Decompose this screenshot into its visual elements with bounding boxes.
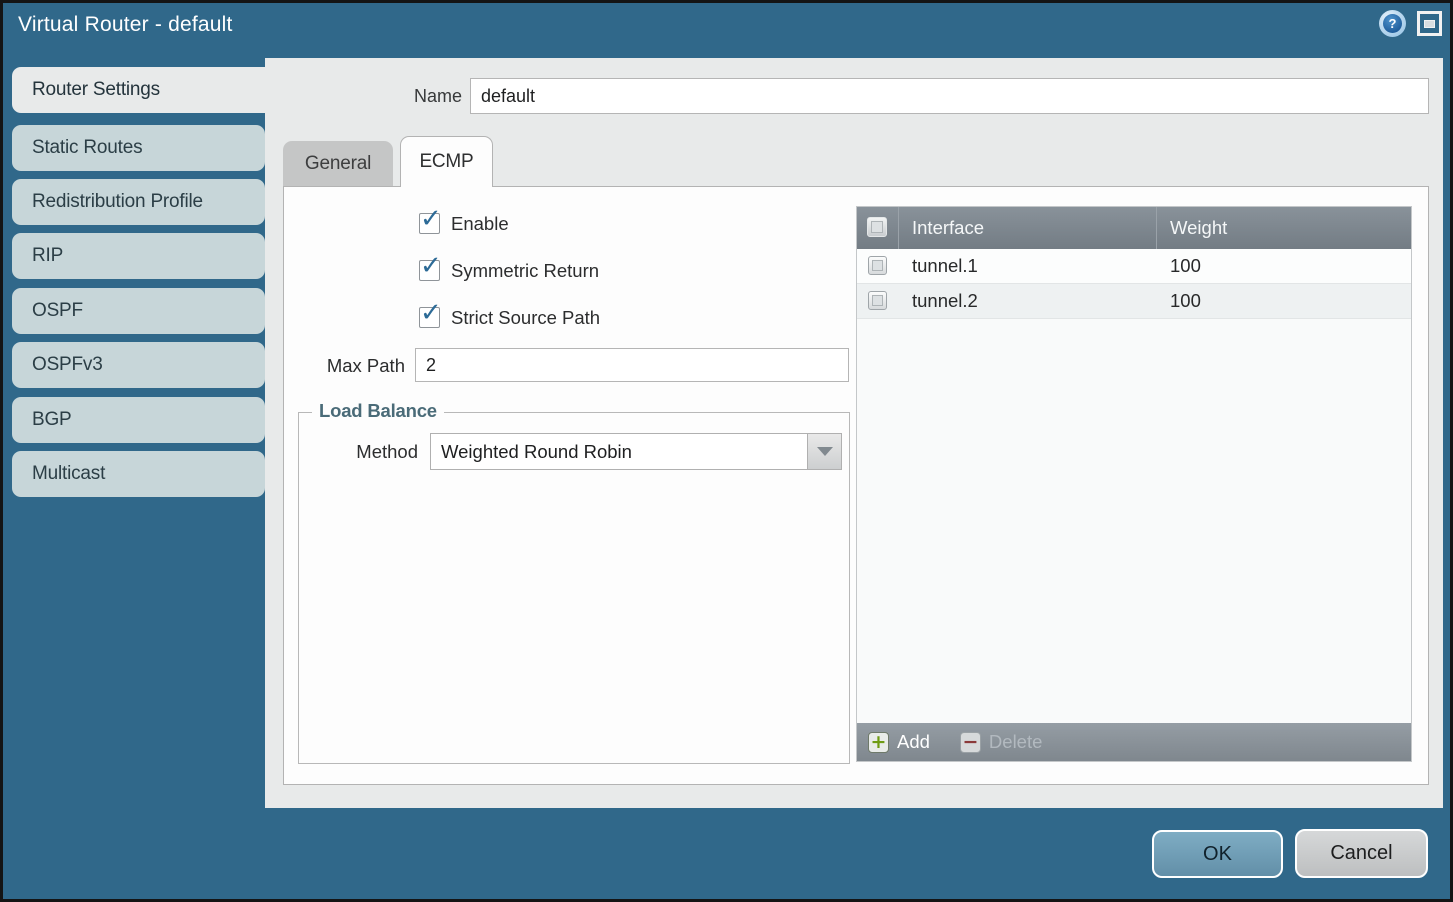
row-checkbox[interactable] (868, 291, 887, 310)
restore-window-icon[interactable] (1417, 11, 1442, 36)
check-icon: ✓ (420, 206, 442, 232)
dropdown-button[interactable] (807, 434, 841, 469)
method-dropdown[interactable]: Weighted Round Robin (430, 433, 842, 470)
method-dropdown-value: Weighted Round Robin (441, 434, 632, 469)
sidebar-item-rip[interactable]: RIP (12, 233, 265, 279)
column-header-interface[interactable]: Interface (899, 207, 1157, 249)
name-label: Name (330, 81, 462, 111)
question-mark-glyph: ? (1383, 14, 1402, 33)
plus-icon: + (868, 732, 889, 753)
select-all-checkbox[interactable] (867, 217, 887, 237)
cell-interface[interactable]: tunnel.2 (899, 284, 1157, 318)
method-label: Method (319, 441, 418, 463)
cell-weight[interactable]: 100 (1157, 284, 1411, 318)
max-path-input[interactable] (415, 348, 849, 382)
cell-weight[interactable]: 100 (1157, 249, 1411, 283)
minus-icon: − (960, 732, 981, 753)
add-button[interactable]: + Add (868, 731, 930, 753)
sidebar-item-multicast[interactable]: Multicast (12, 451, 265, 497)
ok-button[interactable]: OK (1152, 830, 1283, 878)
add-button-label: Add (897, 731, 930, 753)
table-row[interactable]: tunnel.1 100 (857, 249, 1411, 284)
tab-general[interactable]: General (283, 141, 393, 186)
symmetric-return-label: Symmetric Return (451, 260, 599, 282)
row-checkbox[interactable] (868, 256, 887, 275)
enable-checkbox[interactable]: ✓ (419, 213, 440, 234)
table-row[interactable]: tunnel.2 100 (857, 284, 1411, 319)
cell-interface[interactable]: tunnel.1 (899, 249, 1157, 283)
sidebar-item-ospfv3[interactable]: OSPFv3 (12, 342, 265, 388)
interface-table-header: Interface Weight (857, 207, 1411, 249)
sidebar-item-redistribution-profile[interactable]: Redistribution Profile (12, 179, 265, 225)
name-input[interactable] (470, 78, 1429, 114)
chevron-down-icon (817, 447, 833, 456)
delete-button[interactable]: − Delete (960, 731, 1042, 753)
max-path-label: Max Path (284, 355, 405, 377)
checkbox-inner (872, 295, 883, 306)
interface-table: Interface Weight tunnel.1 100 tunnel.2 1… (856, 206, 1412, 762)
strict-source-path-label: Strict Source Path (451, 307, 600, 329)
help-icon[interactable]: ? (1379, 10, 1406, 37)
symmetric-return-checkbox[interactable]: ✓ (419, 260, 440, 281)
checkbox-inner (872, 260, 883, 271)
column-header-weight[interactable]: Weight (1157, 207, 1411, 249)
sidebar-item-router-settings[interactable]: Router Settings (12, 67, 265, 113)
check-icon: ✓ (420, 253, 442, 279)
delete-button-label: Delete (989, 731, 1042, 753)
sidebar-item-bgp[interactable]: BGP (12, 397, 265, 443)
strict-source-path-checkbox[interactable]: ✓ (419, 307, 440, 328)
header-checkbox-column (857, 207, 899, 249)
checkbox-inner (871, 221, 883, 233)
load-balance-legend: Load Balance (312, 400, 444, 422)
check-icon: ✓ (420, 300, 442, 326)
load-balance-group: Load Balance Method Weighted Round Robin (298, 412, 850, 764)
table-toolbar: + Add − Delete (857, 723, 1411, 761)
sidebar-item-ospf[interactable]: OSPF (12, 288, 265, 334)
sidebar-item-static-routes[interactable]: Static Routes (12, 125, 265, 171)
cancel-button[interactable]: Cancel (1295, 829, 1428, 878)
tab-ecmp[interactable]: ECMP (400, 136, 493, 187)
ecmp-panel: ✓ Enable ✓ Symmetric Return ✓ Strict Sou… (283, 186, 1429, 785)
restore-window-pane (1424, 20, 1435, 28)
enable-label: Enable (451, 213, 509, 235)
dialog-title: Virtual Router - default (18, 13, 233, 37)
